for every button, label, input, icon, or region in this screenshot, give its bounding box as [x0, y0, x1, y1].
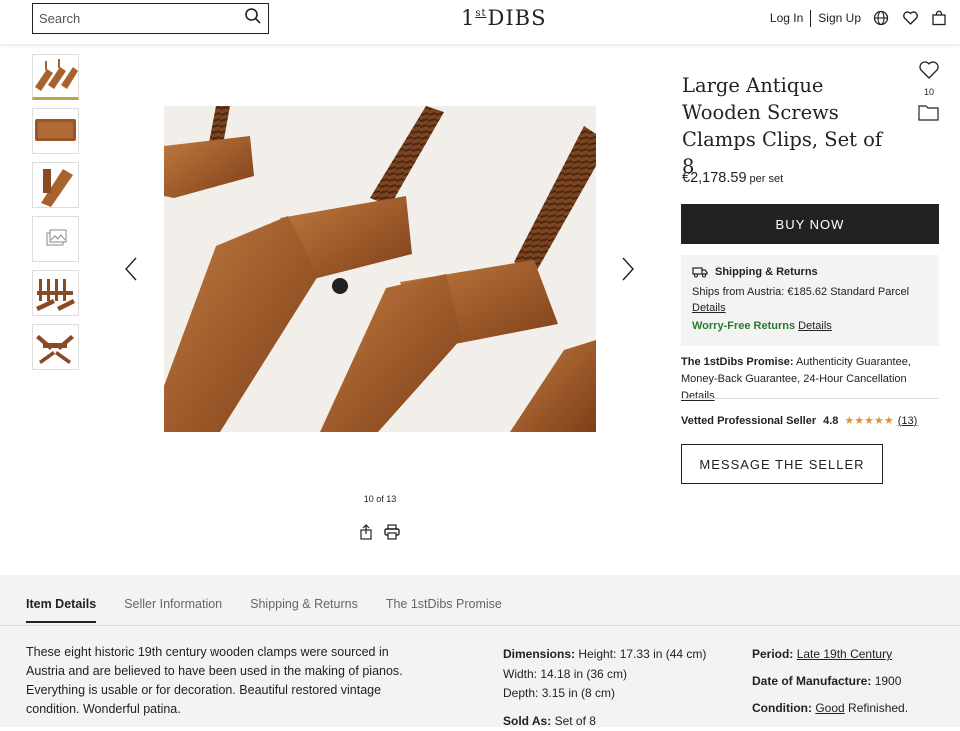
- print-icon[interactable]: [384, 524, 400, 545]
- date-value: 1900: [875, 674, 902, 688]
- condition-label: Condition:: [752, 701, 812, 715]
- thumbnail-2[interactable]: [32, 108, 79, 154]
- dimensions-label: Dimensions:: [503, 647, 575, 661]
- sold-as-label: Sold As:: [503, 714, 551, 728]
- height-value: Height: 17.33 in (44 cm): [578, 647, 706, 661]
- site-logo[interactable]: 1stDIBS: [461, 6, 546, 30]
- details-tabs: Item Details Seller Information Shipping…: [26, 597, 530, 623]
- period-label: Period:: [752, 647, 793, 661]
- ships-from-text: Ships from Austria: €185.62 Standard Par…: [692, 284, 928, 316]
- promise-label: The 1stDibs Promise:: [681, 356, 793, 368]
- sold-as-row: Sold As: Set of 8: [503, 712, 706, 731]
- width-value: Width: 14.18 in (36 cm): [503, 665, 706, 685]
- favorite-count: 10: [917, 87, 941, 97]
- condition-link[interactable]: Good: [815, 701, 844, 715]
- price-unit: per set: [750, 173, 784, 185]
- thumbnail-1[interactable]: [32, 54, 79, 100]
- image-counter: 10 of 13: [300, 494, 460, 504]
- previous-image-arrow[interactable]: [124, 256, 138, 282]
- login-link[interactable]: Log In: [770, 11, 803, 25]
- globe-icon[interactable]: [872, 9, 890, 27]
- condition-rest: Refinished.: [848, 701, 908, 715]
- search-box[interactable]: [32, 3, 269, 34]
- price-amount: €2,178.59: [682, 170, 747, 186]
- promise-details-link[interactable]: Details: [681, 390, 715, 402]
- thumbnail-6[interactable]: [32, 324, 79, 370]
- main-product-image[interactable]: [164, 106, 596, 432]
- truck-icon: [692, 266, 708, 278]
- item-description: These eight historic 19th century wooden…: [26, 643, 406, 719]
- heart-icon[interactable]: [901, 9, 919, 27]
- period-row: Period: Late 19th Century: [752, 645, 908, 664]
- search-input[interactable]: [39, 11, 244, 26]
- favorite-button[interactable]: 10: [917, 60, 941, 97]
- shopping-bag-icon[interactable]: [930, 9, 948, 27]
- heart-outline-icon[interactable]: [918, 60, 940, 80]
- seller-rating: 4.8: [823, 415, 838, 427]
- product-price: €2,178.59per set: [682, 170, 783, 186]
- shipping-heading-text: Shipping & Returns: [715, 266, 818, 278]
- share-icon[interactable]: [359, 524, 373, 545]
- thumbnail-5[interactable]: [32, 270, 79, 316]
- depth-value: Depth: 3.15 in (8 cm): [503, 684, 706, 704]
- thumbnail-more-images[interactable]: [32, 216, 79, 262]
- tab-dibs-promise[interactable]: The 1stDibs Promise: [386, 597, 502, 623]
- returns-text: Worry-Free Returns Details: [692, 318, 928, 334]
- search-icon[interactable]: [244, 7, 262, 30]
- vetted-seller-label: Vetted Professional Seller: [681, 415, 816, 427]
- star-rating-icon: ★★★★★: [844, 414, 893, 427]
- shipping-details-link[interactable]: Details: [692, 302, 726, 314]
- next-image-arrow[interactable]: [621, 256, 635, 282]
- review-count-link[interactable]: (13): [898, 415, 918, 427]
- logo-wordmark: DIBS: [488, 6, 547, 30]
- dimensions-block: Dimensions: Height: 17.33 in (44 cm) Wid…: [503, 645, 706, 731]
- tab-shipping-returns[interactable]: Shipping & Returns: [250, 597, 358, 623]
- date-row: Date of Manufacture: 1900: [752, 672, 908, 691]
- nav-divider: [810, 10, 811, 27]
- dimension-height: Dimensions: Height: 17.33 in (44 cm): [503, 645, 706, 665]
- period-link[interactable]: Late 19th Century: [797, 647, 892, 661]
- tab-seller-information[interactable]: Seller Information: [124, 597, 222, 623]
- seller-rating-row: Vetted Professional Seller 4.8 ★★★★★ (13…: [681, 414, 917, 427]
- logo-superscript: st: [475, 8, 486, 19]
- item-details-section: Item Details Seller Information Shipping…: [0, 575, 960, 727]
- shipping-heading: Shipping & Returns: [692, 266, 928, 278]
- logo-numeral: 1: [461, 6, 475, 30]
- buy-now-button[interactable]: BUY NOW: [681, 204, 939, 244]
- returns-details-link[interactable]: Details: [798, 320, 832, 332]
- folder-icon[interactable]: [918, 103, 939, 126]
- top-nav: Log In Sign Up: [770, 9, 948, 27]
- site-header: 1stDIBS Log In Sign Up: [0, 0, 960, 44]
- tab-item-details[interactable]: Item Details: [26, 597, 96, 623]
- product-title: Large Antique Wooden Screws Clamps Clips…: [682, 72, 897, 180]
- message-seller-button[interactable]: MESSAGE THE SELLER: [681, 444, 883, 484]
- tabs-underline: [0, 625, 960, 626]
- item-meta: Period: Late 19th Century Date of Manufa…: [752, 645, 908, 726]
- condition-row: Condition: Good Refinished.: [752, 699, 908, 718]
- sold-as-value: Set of 8: [555, 714, 596, 728]
- thumbnail-3[interactable]: [32, 162, 79, 208]
- thumbnail-list: [32, 54, 79, 378]
- shipping-returns-box: Shipping & Returns Ships from Austria: €…: [681, 255, 939, 346]
- section-divider: [681, 398, 939, 399]
- date-label: Date of Manufacture:: [752, 674, 871, 688]
- ships-from-detail: Ships from Austria: €185.62 Standard Par…: [692, 286, 909, 298]
- worry-free-returns-label: Worry-Free Returns: [692, 320, 795, 332]
- signup-link[interactable]: Sign Up: [818, 11, 861, 25]
